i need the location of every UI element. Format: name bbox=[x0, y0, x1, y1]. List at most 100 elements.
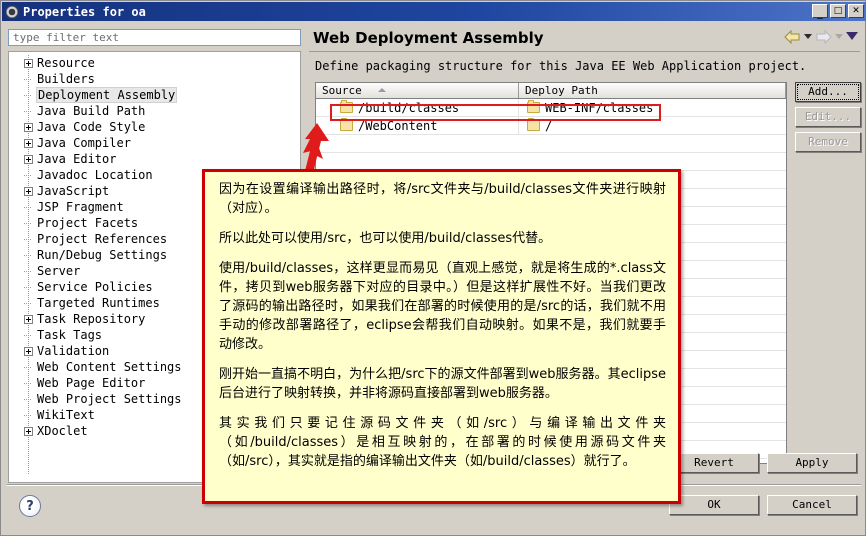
source-path: /build/classes bbox=[358, 100, 460, 115]
cell-source: /build/classes bbox=[316, 99, 519, 116]
tree-item-label: Java Build Path bbox=[37, 104, 146, 118]
tree-item-label: Javadoc Location bbox=[37, 168, 153, 182]
tree-branch-icon bbox=[24, 331, 33, 340]
tree-branch-icon bbox=[24, 235, 33, 244]
tree-branch-icon bbox=[24, 299, 33, 308]
tree-item-label: Server bbox=[37, 264, 81, 278]
filter-placeholder: type filter text bbox=[13, 31, 119, 44]
edit-button-label: Edit... bbox=[804, 110, 852, 123]
tree-item-label: Builders bbox=[37, 72, 95, 86]
sidebar-item-deployment-assembly[interactable]: Deployment Assembly bbox=[9, 87, 300, 103]
column-header-deploy-path[interactable]: Deploy Path bbox=[519, 83, 786, 98]
folder-icon bbox=[340, 100, 353, 113]
apply-button[interactable]: Apply bbox=[767, 453, 857, 473]
tree-branch-icon bbox=[24, 411, 33, 420]
cancel-button[interactable]: Cancel bbox=[767, 495, 857, 515]
tree-item-label: Task Tags bbox=[37, 328, 103, 342]
title-bar: Properties for oa _ □ ✕ bbox=[2, 2, 866, 21]
expand-plus-icon[interactable] bbox=[24, 426, 33, 436]
annotation-note: 因为在设置编译输出路径时，将/src文件夹与/build/classes文件夹进… bbox=[202, 169, 681, 504]
page-title: Web Deployment Assembly bbox=[313, 29, 544, 47]
tree-item-label: Web Content Settings bbox=[37, 360, 182, 374]
cancel-button-label: Cancel bbox=[792, 498, 832, 511]
properties-dialog: Properties for oa _ □ ✕ type filter text… bbox=[0, 0, 866, 536]
page-description: Define packaging structure for this Java… bbox=[315, 59, 807, 73]
tree-item-label: Resource bbox=[37, 56, 95, 70]
add-button-label: Add... bbox=[808, 85, 848, 98]
page-menu-chevron-down-icon[interactable] bbox=[846, 32, 858, 40]
tree-item-label: Task Repository bbox=[37, 312, 146, 326]
tree-item-label: Project Facets bbox=[37, 216, 139, 230]
expand-plus-icon[interactable] bbox=[24, 122, 33, 132]
sidebar-item-java-editor[interactable]: Java Editor bbox=[9, 151, 300, 167]
annotation-paragraph: 刚开始一直搞不明白，为什么把/src下的源文件部署到web服务器。其eclips… bbox=[219, 367, 666, 401]
tree-item-label: Java Editor bbox=[37, 152, 117, 166]
tree-branch-icon bbox=[24, 251, 33, 260]
tree-item-label: Web Page Editor bbox=[37, 376, 146, 390]
cell-deploy-path: WEB-INF/classes bbox=[519, 99, 786, 116]
revert-apply-group: Revert Apply bbox=[669, 453, 857, 478]
tree-item-label: Java Compiler bbox=[37, 136, 131, 150]
table-row[interactable]: /build/classes WEB-INF/classes bbox=[316, 99, 786, 117]
tree-item-label: Web Project Settings bbox=[37, 392, 182, 406]
tree-branch-icon bbox=[24, 395, 33, 404]
close-icon: ✕ bbox=[852, 6, 860, 16]
tree-branch-icon bbox=[24, 379, 33, 388]
sidebar-item-builders[interactable]: Builders bbox=[9, 71, 300, 87]
page-navigation bbox=[784, 29, 858, 45]
column-header-source[interactable]: Source bbox=[316, 83, 519, 98]
ok-button-label: OK bbox=[707, 498, 721, 511]
tree-item-label: WikiText bbox=[37, 408, 95, 422]
table-empty-row bbox=[316, 135, 786, 153]
minimize-button[interactable]: _ bbox=[812, 4, 828, 18]
source-path: /WebContent bbox=[358, 118, 438, 133]
back-menu-chevron-down-icon[interactable] bbox=[804, 33, 812, 39]
back-arrow-icon[interactable] bbox=[784, 29, 801, 45]
tree-branch-icon bbox=[24, 91, 33, 100]
expand-plus-icon[interactable] bbox=[24, 138, 33, 148]
expand-plus-icon[interactable] bbox=[24, 186, 33, 196]
edit-button: Edit... bbox=[795, 107, 861, 127]
cell-deploy-path: / bbox=[519, 117, 786, 134]
expand-plus-icon[interactable] bbox=[24, 58, 33, 68]
tree-item-label: Project References bbox=[37, 232, 168, 246]
remove-button-label: Remove bbox=[808, 135, 848, 148]
minimize-icon: _ bbox=[817, 6, 823, 19]
ok-cancel-group: OK Cancel bbox=[669, 495, 857, 520]
remove-button: Remove bbox=[795, 132, 861, 152]
column-label-source: Source bbox=[322, 84, 362, 97]
tree-item-label: Deployment Assembly bbox=[35, 87, 178, 103]
sidebar-item-java-build-path[interactable]: Java Build Path bbox=[9, 103, 300, 119]
tree-item-label: Targeted Runtimes bbox=[37, 296, 160, 310]
expand-plus-icon[interactable] bbox=[24, 346, 33, 356]
apply-button-label: Apply bbox=[795, 456, 829, 469]
close-button[interactable]: ✕ bbox=[848, 4, 864, 18]
forward-arrow-icon bbox=[815, 29, 832, 45]
sidebar-item-resource[interactable]: Resource bbox=[9, 55, 300, 71]
folder-icon bbox=[527, 100, 540, 113]
deploy-path: / bbox=[545, 118, 553, 133]
help-button[interactable]: ? bbox=[19, 495, 41, 517]
ok-button[interactable]: OK bbox=[669, 495, 759, 515]
tree-branch-icon bbox=[24, 75, 33, 84]
table-actions: Add... Edit... Remove bbox=[795, 82, 861, 157]
tree-branch-icon bbox=[24, 363, 33, 372]
revert-button[interactable]: Revert bbox=[669, 453, 759, 473]
sort-ascending-icon bbox=[378, 88, 386, 92]
window-title: Properties for oa bbox=[23, 4, 146, 19]
column-label-deploy-path: Deploy Path bbox=[525, 84, 598, 97]
filter-input[interactable]: type filter text bbox=[8, 29, 301, 46]
expand-plus-icon[interactable] bbox=[24, 154, 33, 164]
maximize-button[interactable]: □ bbox=[830, 4, 846, 18]
folder-icon bbox=[340, 118, 353, 131]
forward-menu-chevron-down-icon bbox=[835, 33, 843, 39]
tree-item-label: JavaScript bbox=[37, 184, 110, 198]
table-row[interactable]: /WebContent / bbox=[316, 117, 786, 135]
expand-plus-icon[interactable] bbox=[24, 314, 33, 324]
maximize-icon: □ bbox=[833, 6, 843, 16]
tree-item-label: Validation bbox=[37, 344, 110, 358]
deploy-path: WEB-INF/classes bbox=[545, 100, 654, 115]
sidebar-item-java-compiler[interactable]: Java Compiler bbox=[9, 135, 300, 151]
add-button[interactable]: Add... bbox=[795, 82, 861, 102]
sidebar-item-java-code-style[interactable]: Java Code Style bbox=[9, 119, 300, 135]
